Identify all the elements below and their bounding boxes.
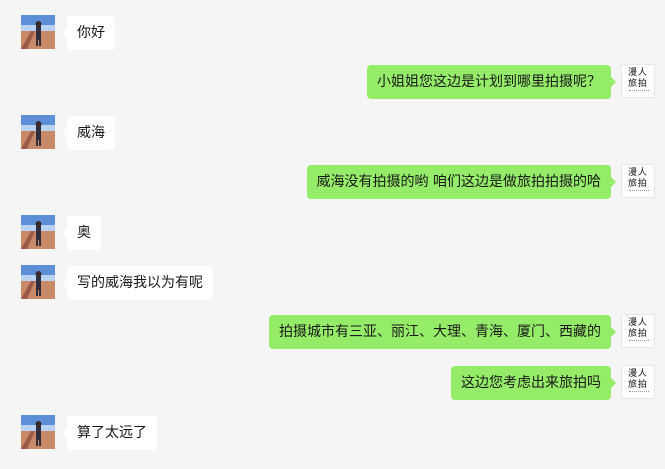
brand-logo-icon: 漫 人 旅 拍 (628, 68, 647, 89)
brand-logo-icon: 漫 人 旅 拍 (628, 168, 647, 189)
logo-divider (629, 340, 649, 343)
user-photo-avatar[interactable] (21, 265, 55, 299)
outgoing-message-bubble[interactable]: 威海没有拍摄的哟 咱们这边是做旅拍拍摄的哈 (306, 165, 617, 199)
user-photo-avatar[interactable] (21, 215, 55, 249)
brand-logo-icon: 漫 人 旅 拍 (628, 369, 647, 390)
logo-divider (629, 190, 649, 193)
outgoing-message-bubble[interactable]: 拍摄城市有三亚、丽江、大理、青海、厦门、西藏的 (269, 315, 616, 349)
user-photo-avatar[interactable] (21, 115, 55, 149)
user-photo-avatar[interactable] (21, 15, 55, 49)
message-row: 奥 (0, 215, 665, 255)
message-row: 拍摄城市有三亚、丽江、大理、青海、厦门、西藏的 漫 人 旅 拍 (0, 314, 665, 354)
message-row: 写的威海我以为有呢 (0, 265, 665, 305)
brand-logo-avatar[interactable]: 漫 人 旅 拍 (621, 164, 655, 198)
brand-logo-avatar[interactable]: 漫 人 旅 拍 (621, 314, 655, 348)
message-row: 威海 (0, 115, 665, 155)
incoming-message-bubble[interactable]: 写的威海我以为有呢 (62, 266, 213, 300)
chat-message-list[interactable]: 你好 小姐姐您这边是计划到哪里拍摄呢？ 漫 人 旅 拍 威海 威海没有拍摄的哟 (0, 0, 665, 469)
incoming-message-bubble[interactable]: 算了太远了 (62, 416, 157, 450)
message-row: 这边您考虑出来旅拍吗 漫 人 旅 拍 (0, 365, 665, 405)
brand-logo-avatar[interactable]: 漫 人 旅 拍 (621, 64, 655, 98)
incoming-message-bubble[interactable]: 威海 (62, 116, 115, 150)
incoming-message-bubble[interactable]: 你好 (62, 16, 115, 50)
message-row: 你好 (0, 15, 665, 55)
message-row: 小姐姐您这边是计划到哪里拍摄呢？ 漫 人 旅 拍 (0, 64, 665, 104)
brand-logo-icon: 漫 人 旅 拍 (628, 318, 647, 339)
outgoing-message-bubble[interactable]: 小姐姐您这边是计划到哪里拍摄呢？ (367, 65, 616, 99)
brand-logo-avatar[interactable]: 漫 人 旅 拍 (621, 365, 655, 399)
message-row: 威海没有拍摄的哟 咱们这边是做旅拍拍摄的哈 漫 人 旅 拍 (0, 164, 665, 204)
incoming-message-bubble[interactable]: 奥 (62, 216, 101, 250)
outgoing-message-bubble[interactable]: 这边您考虑出来旅拍吗 (451, 366, 616, 400)
logo-divider (629, 391, 649, 394)
logo-divider (629, 90, 649, 93)
user-photo-avatar[interactable] (21, 415, 55, 449)
message-row: 算了太远了 (0, 415, 665, 455)
